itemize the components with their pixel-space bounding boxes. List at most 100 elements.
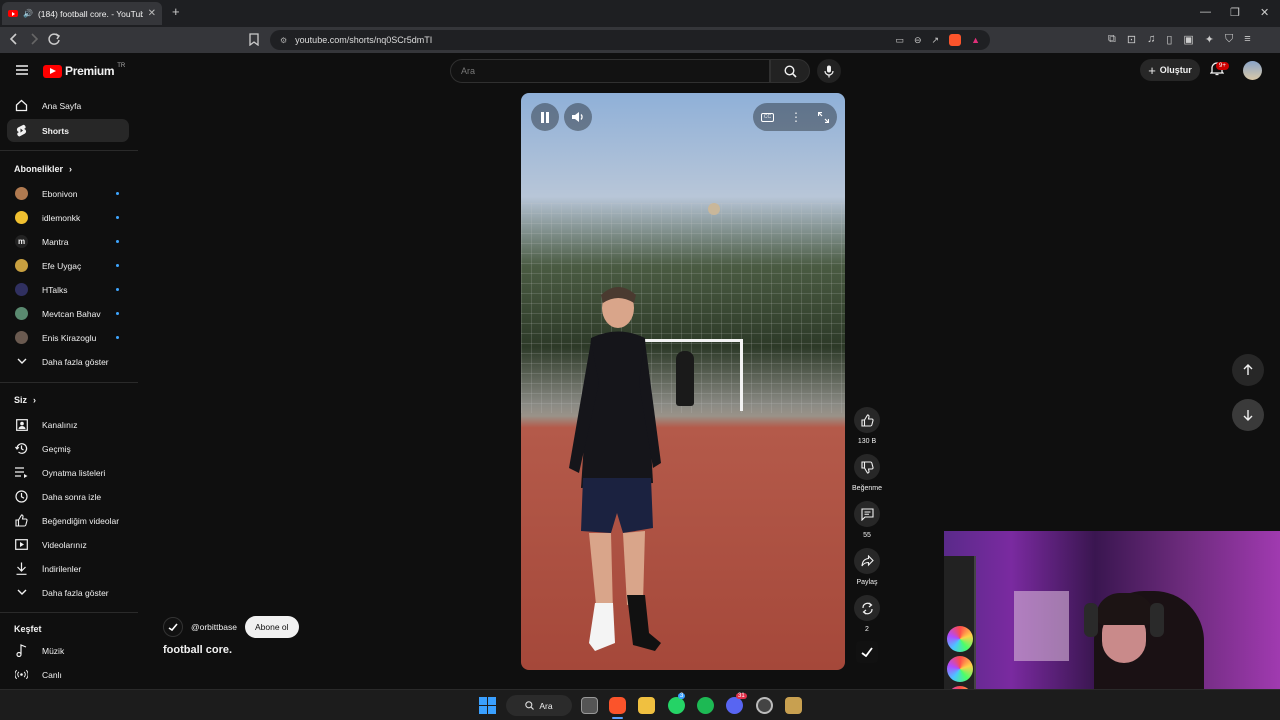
channel-info: @orbittbase Abone ol bbox=[163, 616, 299, 638]
like-count: 130 B bbox=[857, 438, 877, 445]
next-short-button[interactable] bbox=[1232, 399, 1264, 431]
comments-button[interactable] bbox=[854, 501, 880, 527]
volume-button[interactable] bbox=[564, 103, 592, 131]
music-note-icon bbox=[15, 644, 28, 657]
menu-icon[interactable]: ≡ bbox=[1244, 33, 1250, 46]
sidebar-item-label: Ana Sayfa bbox=[42, 100, 82, 111]
show-more-subscriptions-button[interactable]: Daha fazla göster bbox=[7, 350, 129, 373]
channel-avatar bbox=[15, 307, 28, 320]
fullscreen-icon[interactable] bbox=[818, 111, 829, 123]
url-text: youtube.com/shorts/nq0SCr5dmTI bbox=[295, 35, 433, 45]
chevron-down-icon bbox=[15, 355, 28, 368]
sidebar-item-subscription[interactable]: HTalks bbox=[7, 278, 129, 301]
youtube-favicon-icon bbox=[8, 10, 18, 17]
sidebar-item-liked-videos[interactable]: Beğendiğim videolar bbox=[7, 509, 129, 532]
captions-icon[interactable]: CC bbox=[761, 112, 774, 122]
video-title[interactable]: football core. bbox=[163, 644, 232, 656]
windows-start-icon[interactable] bbox=[479, 697, 496, 714]
youtube-logo[interactable]: Premium TR bbox=[43, 63, 125, 78]
subscribe-button[interactable]: Abone ol bbox=[244, 616, 299, 638]
pause-button[interactable] bbox=[531, 103, 559, 131]
share-icon bbox=[860, 555, 874, 567]
vpn-icon[interactable]: ⛉ bbox=[1225, 33, 1233, 46]
minimize-icon[interactable]: — bbox=[1200, 6, 1211, 18]
sidebar-item-subscription[interactable]: Ebonivon bbox=[7, 182, 129, 205]
show-more-button[interactable]: Daha fazla göster bbox=[7, 581, 129, 604]
browser-toolbar-icons: ⧉ ⊡ ♫ ▯ ▣ ✦ ⛉ ≡ bbox=[1108, 33, 1251, 46]
sidebar-item-shorts[interactable]: Shorts bbox=[7, 119, 129, 142]
screenshot-icon[interactable]: ⊡ bbox=[1127, 33, 1136, 46]
back-icon[interactable] bbox=[9, 32, 19, 46]
share-button[interactable] bbox=[854, 548, 880, 574]
sidebar-item-music[interactable]: Müzik bbox=[7, 639, 129, 662]
new-tab-icon[interactable]: + bbox=[172, 4, 180, 19]
close-tab-icon[interactable]: ✕ bbox=[148, 8, 156, 19]
search-button[interactable] bbox=[770, 59, 810, 83]
subscriptions-heading[interactable]: Abonelikler › bbox=[14, 164, 72, 174]
close-window-icon[interactable]: ✕ bbox=[1260, 6, 1269, 19]
file-explorer-icon[interactable] bbox=[638, 697, 655, 714]
sidebar-toggle-icon[interactable]: ▯ bbox=[1166, 33, 1172, 46]
brave-rewards-icon[interactable]: ▲ bbox=[971, 35, 980, 45]
share-page-icon[interactable]: ↗ bbox=[932, 35, 940, 46]
whatsapp-icon[interactable] bbox=[668, 697, 685, 714]
brave-shield-icon[interactable] bbox=[949, 34, 962, 46]
channel-avatar bbox=[15, 331, 28, 344]
maximize-icon[interactable]: ❐ bbox=[1230, 6, 1240, 19]
search-input[interactable]: Ara bbox=[450, 59, 770, 83]
previous-short-button[interactable] bbox=[1232, 354, 1264, 386]
music-icon[interactable]: ♫ bbox=[1147, 33, 1155, 46]
notification-badge: 9+ bbox=[1216, 62, 1229, 70]
sound-thumbnail[interactable] bbox=[856, 641, 878, 663]
sidebar-item-label: Daha sonra izle bbox=[42, 491, 102, 502]
voice-search-button[interactable] bbox=[817, 59, 841, 83]
zoom-icon[interactable]: ⊖ bbox=[914, 35, 922, 46]
channel-avatar[interactable] bbox=[163, 617, 183, 637]
leo-ai-icon[interactable]: ✦ bbox=[1205, 33, 1214, 46]
extensions-icon[interactable]: ⧉ bbox=[1108, 33, 1116, 46]
sidebar-item-your-channel[interactable]: Kanalınız bbox=[7, 413, 129, 436]
you-heading[interactable]: Siz › bbox=[14, 395, 36, 405]
wallet-icon[interactable]: ▣ bbox=[1183, 33, 1193, 46]
create-button[interactable]: + Oluştur bbox=[1140, 59, 1200, 81]
reload-icon[interactable] bbox=[47, 32, 61, 46]
remix-button[interactable] bbox=[854, 595, 880, 621]
task-view-icon[interactable] bbox=[581, 697, 598, 714]
sidebar-item-label: Daha fazla göster bbox=[42, 356, 109, 367]
discord-icon[interactable] bbox=[726, 697, 743, 714]
hamburger-menu-icon[interactable] bbox=[16, 65, 28, 75]
site-settings-icon[interactable]: ⚙ bbox=[280, 36, 287, 45]
sidebar-item-home[interactable]: Ana Sayfa bbox=[7, 94, 129, 117]
sidebar-item-watch-later[interactable]: Daha sonra izle bbox=[7, 485, 129, 508]
sidebar-item-downloads[interactable]: İndirilenler bbox=[7, 557, 129, 580]
app-icon[interactable] bbox=[756, 697, 773, 714]
channel-handle[interactable]: @orbittbase bbox=[191, 622, 237, 632]
avatar[interactable] bbox=[1243, 61, 1262, 80]
youtube-logo-icon bbox=[43, 64, 62, 78]
microphone-icon bbox=[824, 65, 834, 77]
spotify-icon[interactable] bbox=[697, 697, 714, 714]
url-field[interactable]: ⚙ youtube.com/shorts/nq0SCr5dmTI ▭ ⊖ ↗ ▲ bbox=[270, 30, 990, 50]
shorts-video-player[interactable]: CC ⋮ bbox=[521, 93, 845, 670]
sidebar-item-your-videos[interactable]: Videolarınız bbox=[7, 533, 129, 556]
brave-browser-icon[interactable] bbox=[609, 697, 626, 714]
taskbar-search[interactable]: Ara bbox=[506, 695, 572, 716]
dislike-action: Beğenme bbox=[852, 454, 882, 492]
sidebar-item-subscription[interactable]: m Mantra bbox=[7, 230, 129, 253]
sidebar-item-subscription[interactable]: Mevtcan Bahav bbox=[7, 302, 129, 325]
league-client-icon[interactable] bbox=[785, 697, 802, 714]
cast-icon[interactable]: ▭ bbox=[895, 35, 904, 46]
sidebar-item-live[interactable]: Canlı bbox=[7, 663, 129, 686]
sidebar-item-history[interactable]: Geçmiş bbox=[7, 437, 129, 460]
divider bbox=[0, 382, 138, 383]
sidebar-item-subscription[interactable]: Enis Kirazoglu bbox=[7, 326, 129, 349]
dislike-button[interactable] bbox=[854, 454, 880, 480]
sidebar-item-subscription[interactable]: idlemonkk bbox=[7, 206, 129, 229]
more-options-icon[interactable]: ⋮ bbox=[790, 110, 802, 124]
bookmark-icon[interactable] bbox=[249, 33, 259, 46]
browser-tab[interactable]: 🔊 (184) football core. - YouTube ✕ bbox=[2, 2, 162, 25]
sidebar-item-playlists[interactable]: Oynatma listeleri bbox=[7, 461, 129, 484]
forward-icon[interactable] bbox=[29, 32, 39, 46]
sidebar-item-subscription[interactable]: Efe Uygaç bbox=[7, 254, 129, 277]
like-button[interactable] bbox=[854, 407, 880, 433]
